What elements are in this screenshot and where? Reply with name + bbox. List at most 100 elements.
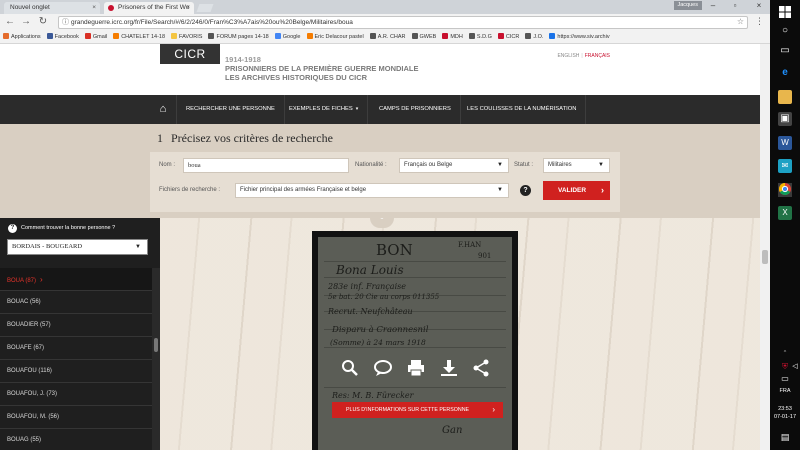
scrollbar-thumb[interactable]	[154, 338, 158, 352]
scrollbar-thumb[interactable]	[762, 250, 768, 264]
help-icon[interactable]: ?	[520, 185, 531, 196]
sidebar-name-item[interactable]: BOUADIER (57)	[0, 314, 152, 337]
comment-icon[interactable]	[373, 359, 393, 379]
task-view-icon[interactable]: ▭	[778, 44, 792, 58]
back-icon[interactable]: ←	[4, 16, 16, 28]
bookmark-item[interactable]: GWEB	[409, 31, 440, 43]
forward-icon[interactable]: →	[20, 16, 32, 28]
nav-digitization[interactable]: LES COULISSES DE LA NUMÉRISATION	[458, 95, 587, 124]
bookmark-icon	[306, 33, 313, 39]
sidebar-name-item[interactable]: BOUAC (56)	[0, 291, 152, 314]
tab-new-tab[interactable]: Nouvel onglet ×	[4, 2, 100, 14]
cicr-logo[interactable]: CICR	[160, 44, 220, 64]
chevron-down-icon: ▾	[355, 106, 359, 112]
minimize-icon[interactable]: –	[702, 0, 724, 12]
file-explorer-icon[interactable]	[778, 90, 792, 104]
sidebar-scrollbar[interactable]	[152, 268, 160, 450]
sidebar-name-label: BOUAC (56)	[7, 299, 41, 305]
bookmark-item[interactable]: FAVORIS	[168, 31, 205, 43]
language-switch: ENGLISH | FRANÇAIS	[557, 53, 610, 59]
close-window-icon[interactable]: ×	[748, 0, 770, 12]
tab-title: Prisoners of the First Wo	[118, 4, 190, 11]
notifications-icon[interactable]: ▤	[778, 430, 792, 444]
name-input[interactable]: boua	[183, 158, 349, 173]
more-info-button[interactable]: PLUS D'INFORMATIONS SUR CETTE PERSONNE ›	[332, 402, 503, 418]
index-card-image[interactable]: BON F.HAN 901 Bona Louis 283e inf. Franç…	[318, 237, 512, 450]
close-tab-icon[interactable]: ×	[92, 4, 96, 11]
bookmark-icon	[3, 33, 9, 39]
bookmark-item[interactable]: https://www.siv.archiv	[546, 31, 612, 43]
start-windows-icon[interactable]	[778, 6, 792, 20]
reload-icon[interactable]: ↻	[37, 16, 49, 28]
maximize-icon[interactable]: ▫	[724, 0, 746, 12]
url-input[interactable]: ⓘ grandeguerre.icrc.org/fr/File/Search/#…	[58, 16, 748, 29]
sidebar-name-item[interactable]: BOUAFOU, J. (73)	[0, 383, 152, 406]
sidebar-name-item[interactable]: BOUAFOU, M. (56)	[0, 406, 152, 429]
bookmark-item[interactable]: Google	[272, 31, 304, 43]
card-ruled-line	[324, 347, 506, 348]
tab-prisoners[interactable]: Prisoners of the First Wo ×	[104, 2, 194, 14]
bookmark-item[interactable]: CHATELET 14-18	[110, 31, 168, 43]
caret-down-icon: ▼	[497, 162, 503, 168]
search-form: Nom : boua Nationalité : Français ou Bel…	[150, 152, 620, 212]
files-select[interactable]: Fichier principal des armées Française e…	[235, 183, 509, 198]
info-icon[interactable]: ⓘ	[62, 18, 69, 28]
sidebar-name-item[interactable]: BOUAFOU (116)	[0, 360, 152, 383]
app-icon[interactable]: ✉	[778, 159, 792, 173]
home-icon[interactable]: ⌂	[150, 95, 177, 124]
sidebar-name-item[interactable]: BOUAG (55)	[0, 429, 152, 450]
sidebar-name-label: BOUAFE (67)	[7, 345, 45, 351]
bookmark-label: https://www.siv.archiv	[557, 34, 610, 40]
sidebar-name-item[interactable]: BOUAFE (67)	[0, 337, 152, 360]
lang-english-link[interactable]: ENGLISH	[557, 53, 579, 59]
chrome-icon[interactable]	[778, 183, 792, 197]
edge-icon[interactable]: e	[778, 66, 792, 80]
clock-time[interactable]: 23:53	[770, 406, 800, 413]
bookmark-item[interactable]: Gmail	[82, 31, 110, 43]
menu-icon[interactable]: ⋮	[755, 17, 764, 26]
cortana-icon[interactable]: ○	[778, 24, 792, 38]
nav-search-person[interactable]: RECHERCHER UNE PERSONNE	[177, 95, 285, 124]
validate-button[interactable]: VALIDER ›	[543, 181, 610, 200]
new-tab-button[interactable]	[196, 4, 214, 12]
lang-french-link[interactable]: FRANÇAIS	[585, 53, 610, 59]
bookmark-item[interactable]: CICR	[495, 31, 522, 43]
step-number: 1	[157, 131, 163, 145]
profile-button[interactable]: Jacques	[673, 1, 702, 10]
nav-label: LES COULISSES DE LA NUMÉRISATION	[467, 106, 577, 112]
bookmark-item[interactable]: S.D.G	[466, 31, 495, 43]
bookmark-item[interactable]: Facebook	[44, 31, 82, 43]
zoom-icon[interactable]	[340, 359, 360, 379]
excel-icon[interactable]: X	[778, 206, 792, 220]
download-icon[interactable]	[439, 359, 459, 379]
bookmark-icon	[442, 33, 449, 39]
network-icon[interactable]: ▭	[778, 372, 792, 386]
word-icon[interactable]: W	[778, 136, 792, 150]
bookmark-item[interactable]: FORUM pages 14-18	[205, 31, 271, 43]
nav-card-examples[interactable]: EXEMPLES DE FICHES ▾	[280, 95, 369, 124]
site-title-years: 1914-1918	[225, 55, 261, 64]
input-language[interactable]: FRA	[770, 388, 800, 395]
tab-strip: Nouvel onglet × Prisoners of the First W…	[0, 0, 770, 14]
bookmark-item[interactable]: MDH	[439, 31, 466, 43]
bookmark-icon	[171, 33, 178, 39]
nav-prison-camps[interactable]: CAMPS DE PRISONNIERS	[370, 95, 461, 124]
range-select[interactable]: BORDAIS - BOUGEARD ▼	[7, 239, 148, 255]
site-title-line1: PRISONNIERS DE LA PREMIÈRE GUERRE MONDIA…	[225, 64, 419, 73]
page-scrollbar[interactable]	[760, 44, 770, 450]
sidebar-name-item[interactable]: BOUA (87) ›	[0, 268, 152, 291]
bookmark-item[interactable]: A.R. CHAR	[367, 31, 409, 43]
bookmark-star-icon[interactable]: ☆	[737, 17, 744, 27]
clock-date[interactable]: 07-01-17	[770, 414, 800, 421]
nationality-select[interactable]: Français ou Belge ▼	[399, 158, 509, 173]
bookmark-item[interactable]: Applications	[0, 31, 44, 43]
help-link[interactable]: ? Comment trouver la bonne personne ?	[8, 224, 115, 233]
status-select[interactable]: Militaires ▼	[543, 158, 610, 173]
share-icon[interactable]	[471, 359, 491, 379]
store-icon[interactable]: ▣	[778, 112, 792, 126]
bookmark-item[interactable]: J.O.	[522, 31, 546, 43]
bookmark-item[interactable]: Eric Delacour pastel	[304, 31, 367, 43]
print-icon[interactable]	[406, 359, 426, 379]
website: CICR 1914-1918 PRISONNIERS DE LA PREMIÈR…	[0, 44, 770, 450]
close-tab-icon[interactable]: ×	[186, 4, 190, 11]
